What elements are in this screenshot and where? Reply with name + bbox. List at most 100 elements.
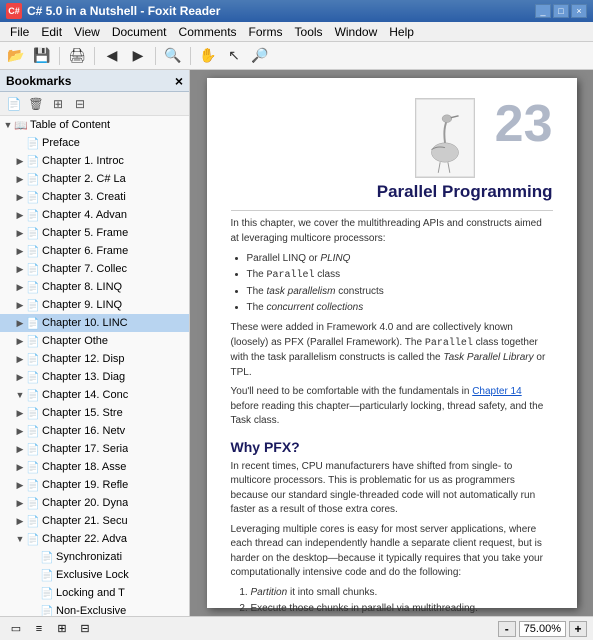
expand-ch6-icon[interactable]: ▶ [14,245,26,257]
bookmark-ch8[interactable]: ▶ 📄 Chapter 8. LINQ [0,278,189,296]
open-button[interactable]: 📂 [4,45,28,67]
menu-help[interactable]: Help [383,23,420,41]
expand-ch15-icon[interactable]: ▶ [14,407,26,419]
bookmark-ch6[interactable]: ▶ 📄 Chapter 6. Frame [0,242,189,260]
collapse-all-button[interactable]: ⊟ [70,95,90,113]
bookmark-ch1[interactable]: ▶ 📄 Chapter 1. Introc [0,152,189,170]
expand-exlock-icon[interactable] [28,569,40,581]
zoom-out-button[interactable]: - [498,621,516,637]
bookmark-ch19[interactable]: ▶ 📄 Chapter 19. Refle [0,476,189,494]
expand-ch20-icon[interactable]: ▶ [14,497,26,509]
bookmark-ch11-label: Chapter Othe [42,335,108,347]
save-button[interactable]: 💾 [30,45,54,67]
expand-ch16-icon[interactable]: ▶ [14,425,26,437]
bookmark-nonex[interactable]: 📄 Non-Exclusive [0,602,189,616]
expand-ch5-icon[interactable]: ▶ [14,227,26,239]
delete-bookmark-button[interactable]: 🗑 [26,95,46,113]
select-tool[interactable]: ↖ [222,45,246,67]
expand-ch1-icon[interactable]: ▶ [14,155,26,167]
expand-ch22-icon[interactable]: ▼ [14,533,26,545]
expand-ch17-icon[interactable]: ▶ [14,443,26,455]
bookmark-ch7[interactable]: ▶ 📄 Chapter 7. Collec [0,260,189,278]
expand-ch9-icon[interactable]: ▶ [14,299,26,311]
menu-window[interactable]: Window [329,23,384,41]
expand-locking-icon[interactable] [28,587,40,599]
bookmark-ch3[interactable]: ▶ 📄 Chapter 3. Creati [0,188,189,206]
back-button[interactable]: ◀ [100,45,124,67]
expand-sync-icon[interactable] [28,551,40,563]
bookmark-ch2[interactable]: ▶ 📄 Chapter 2. C# La [0,170,189,188]
bookmark-ch4-label: Chapter 4. Advan [42,209,127,221]
bookmark-icon-locking: 📄 [40,586,54,600]
bookmark-ch12[interactable]: ▶ 📄 Chapter 12. Disp [0,350,189,368]
bookmark-ch4[interactable]: ▶ 📄 Chapter 4. Advan [0,206,189,224]
expand-ch8-icon[interactable]: ▶ [14,281,26,293]
expand-ch10-icon[interactable]: ▶ [14,317,26,329]
expand-ch13-icon[interactable]: ▶ [14,371,26,383]
bookmark-ch16[interactable]: ▶ 📄 Chapter 16. Netv [0,422,189,440]
menu-edit[interactable]: Edit [35,23,68,41]
maximize-button[interactable]: □ [553,4,569,18]
bookmark-ch13[interactable]: ▶ 📄 Chapter 13. Diag [0,368,189,386]
expand-toc-icon[interactable]: ▼ [2,119,14,131]
expand-ch21-icon[interactable]: ▶ [14,515,26,527]
minimize-button[interactable]: _ [535,4,551,18]
bookmark-ch10[interactable]: ▶ 📄 Chapter 10. LINC [0,314,189,332]
expand-ch12-icon[interactable]: ▶ [14,353,26,365]
forward-button[interactable]: ▶ [126,45,150,67]
bookmark-preface[interactable]: 📄 Preface [0,134,189,152]
continuous-view-button[interactable]: ≡ [29,620,49,638]
bookmark-toc[interactable]: ▼ 📖 Table of Content [0,116,189,134]
bookmark-ch11[interactable]: ▶ 📄 Chapter Othe [0,332,189,350]
print-button[interactable]: 🖨 [65,45,89,67]
bookmark-exlock[interactable]: 📄 Exclusive Lock [0,566,189,584]
expand-all-button[interactable]: ⊞ [48,95,68,113]
close-panel-icon[interactable]: × [175,73,183,89]
bookmark-sync[interactable]: 📄 Synchronizati [0,548,189,566]
facing-view-button[interactable]: ⊞ [52,620,72,638]
menu-comments[interactable]: Comments [173,23,243,41]
bookmark-ch21[interactable]: ▶ 📄 Chapter 21. Secu [0,512,189,530]
menu-file[interactable]: File [4,23,35,41]
menu-view[interactable]: View [68,23,106,41]
menu-forms[interactable]: Forms [243,23,289,41]
chapter-title: Parallel Programming [377,182,553,202]
bookmark-ch17[interactable]: ▶ 📄 Chapter 17. Seria [0,440,189,458]
bookmark-ch5[interactable]: ▶ 📄 Chapter 5. Frame [0,224,189,242]
expand-ch7-icon[interactable]: ▶ [14,263,26,275]
bookmark-ch13-label: Chapter 13. Diag [42,371,125,383]
expand-nonex-icon[interactable] [28,605,40,616]
window-controls[interactable]: _ □ × [535,4,587,18]
bookmark-ch15[interactable]: ▶ 📄 Chapter 15. Stre [0,404,189,422]
bookmark-ch20[interactable]: ▶ 📄 Chapter 20. Dyna [0,494,189,512]
expand-ch19-icon[interactable]: ▶ [14,479,26,491]
expand-ch2-icon[interactable]: ▶ [14,173,26,185]
bookmarks-list: ▼ 📖 Table of Content 📄 Preface ▶ 📄 Chapt… [0,116,189,616]
expand-preface-icon[interactable] [14,137,26,149]
find-button[interactable]: 🔍 [161,45,185,67]
expand-ch4-icon[interactable]: ▶ [14,209,26,221]
bookmark-icon-ch15: 📄 [26,406,40,420]
bookmark-ch14[interactable]: ▼ 📄 Chapter 14. Conc [0,386,189,404]
menu-tools[interactable]: Tools [289,23,329,41]
expand-ch18-icon[interactable]: ▶ [14,461,26,473]
bookmark-ch9[interactable]: ▶ 📄 Chapter 9. LINQ [0,296,189,314]
bookmark-locking[interactable]: 📄 Locking and T [0,584,189,602]
chapter14-link[interactable]: Chapter 14 [472,386,521,397]
expand-ch3-icon[interactable]: ▶ [14,191,26,203]
hand-tool[interactable]: ✋ [196,45,220,67]
facing-continuous-button[interactable]: ⊟ [75,620,95,638]
menu-document[interactable]: Document [106,23,173,41]
window-title: C# 5.0 in a Nutshell - Foxit Reader [27,4,220,18]
close-button[interactable]: × [571,4,587,18]
zoom-in-tool[interactable]: 🔎 [248,45,272,67]
new-bookmark-button[interactable]: 📄 [4,95,24,113]
expand-ch14-icon[interactable]: ▼ [14,389,26,401]
bookmark-ch22[interactable]: ▼ 📄 Chapter 22. Adva [0,530,189,548]
expand-ch11-icon[interactable]: ▶ [14,335,26,347]
app-icon: C# [6,3,22,19]
bookmark-icon-ch6: 📄 [26,244,40,258]
single-page-view-button[interactable]: ▭ [6,620,26,638]
zoom-in-button[interactable]: + [569,621,587,637]
bookmark-ch18[interactable]: ▶ 📄 Chapter 18. Asse [0,458,189,476]
